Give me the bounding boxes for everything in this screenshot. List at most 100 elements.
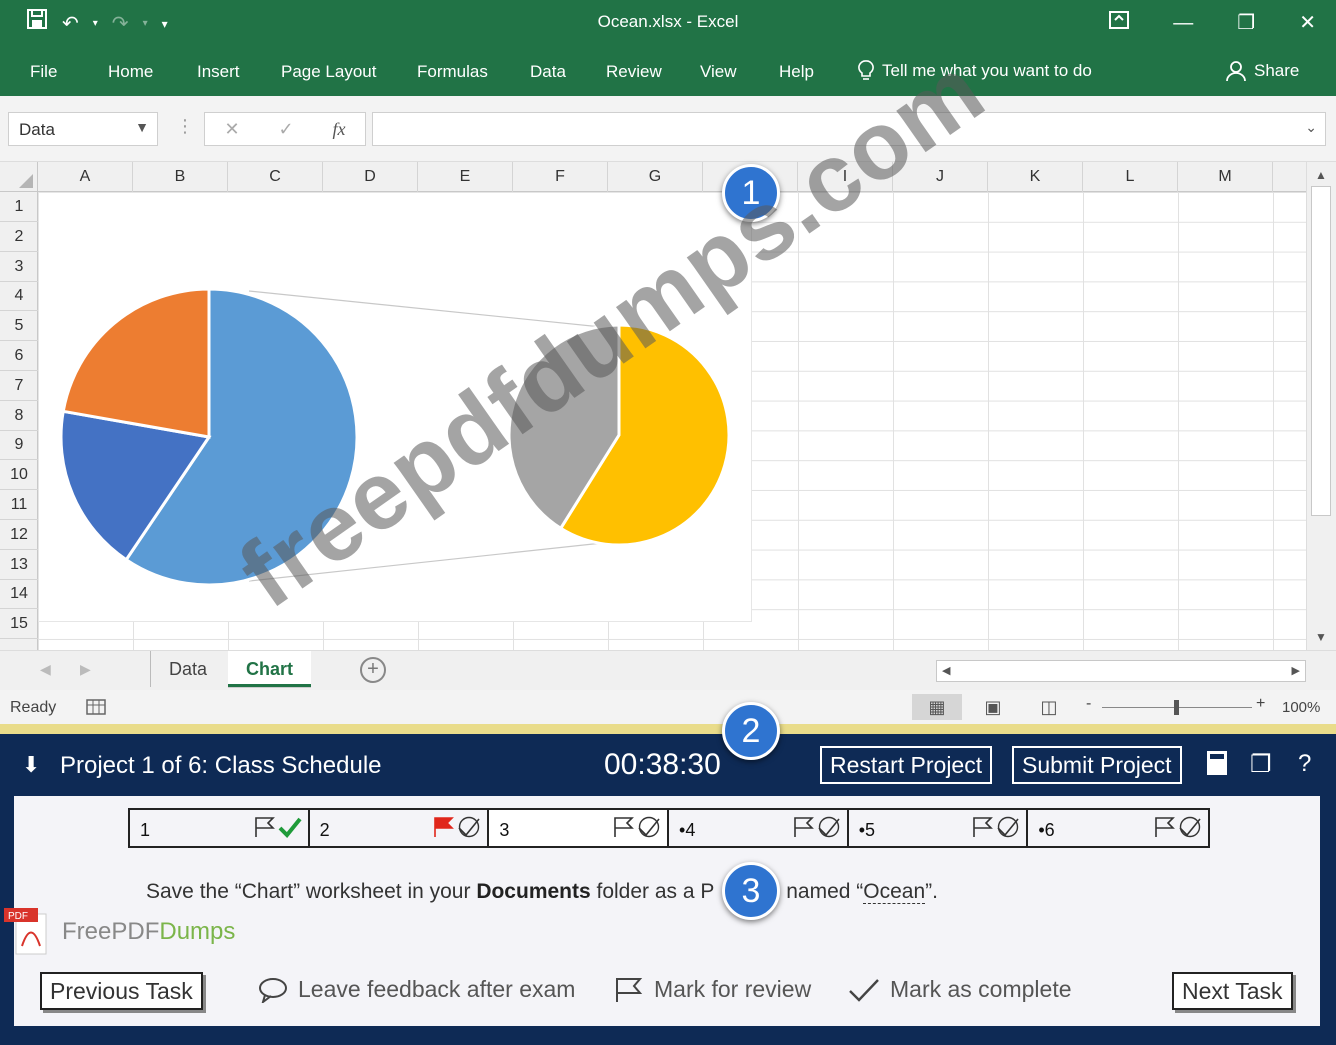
task-tab-6[interactable]: •6 [1028, 810, 1208, 846]
row-header-5[interactable]: 5 [0, 311, 38, 342]
row-header-2[interactable]: 2 [0, 222, 38, 252]
flag-icon[interactable] [254, 816, 276, 838]
row-header-13[interactable]: 13 [0, 550, 38, 580]
column-header-e[interactable]: E [418, 162, 513, 192]
calculator-icon[interactable] [1206, 750, 1228, 783]
zoom-slider[interactable] [1102, 700, 1252, 715]
add-sheet-button[interactable]: + [360, 657, 386, 683]
row-header-1[interactable]: 1 [0, 192, 38, 222]
tab-home[interactable]: Home [108, 62, 153, 82]
flag-icon[interactable] [972, 816, 994, 838]
share-button[interactable]: Share [1226, 60, 1299, 82]
close-icon[interactable]: ✕ [1299, 8, 1316, 38]
checkmark-icon[interactable] [637, 816, 661, 838]
checkmark-icon[interactable] [996, 816, 1020, 838]
tab-review[interactable]: Review [606, 62, 662, 82]
sheet-tab-data[interactable]: Data [150, 651, 225, 687]
mark-for-review-link[interactable]: Mark for review [614, 976, 811, 1003]
help-button[interactable]: ? [1298, 750, 1311, 778]
chevron-down-icon[interactable]: ▼ [135, 119, 149, 135]
sheet-tab-chart[interactable]: Chart [228, 651, 312, 687]
next-task-button[interactable]: Next Task [1172, 972, 1293, 1010]
row-header-11[interactable]: 11 [0, 490, 38, 520]
tab-file[interactable]: File [30, 62, 57, 82]
scroll-down-icon[interactable]: ▼ [1315, 630, 1327, 644]
row-header-12[interactable]: 12 [0, 520, 38, 550]
column-header-f[interactable]: F [513, 162, 608, 192]
column-header-k[interactable]: K [988, 162, 1083, 192]
leave-feedback-link[interactable]: Leave feedback after exam [258, 976, 575, 1003]
task-tab-2[interactable]: 2 [310, 810, 490, 846]
vertical-scrollbar[interactable]: ▲ ▼ [1306, 162, 1336, 650]
checkmark-icon[interactable] [817, 816, 841, 838]
column-header-d[interactable]: D [323, 162, 418, 192]
ribbon-display-icon[interactable] [1109, 8, 1130, 38]
more-options-icon[interactable]: ⋮ [176, 116, 194, 137]
column-header-g[interactable]: G [608, 162, 703, 192]
cancel-entry-icon[interactable]: ✕ [224, 119, 239, 140]
tab-page-layout[interactable]: Page Layout [281, 62, 376, 82]
flag-icon[interactable] [433, 816, 455, 838]
row-header-15[interactable]: 15 [0, 609, 38, 640]
task-tab-4[interactable]: •4 [669, 810, 849, 846]
macro-recording-icon[interactable] [86, 696, 106, 721]
vertical-scroll-thumb[interactable] [1311, 186, 1331, 516]
insert-function-icon[interactable]: fx [333, 119, 346, 140]
confirm-entry-icon[interactable]: ✓ [279, 119, 294, 140]
row-header-14[interactable]: 14 [0, 579, 38, 610]
page-break-view-icon[interactable]: ◫ [1024, 694, 1074, 720]
column-header-a[interactable]: A [38, 162, 133, 192]
tab-view[interactable]: View [700, 62, 737, 82]
status-bar: Ready ▦ ▣ ◫ - + 100% [0, 690, 1336, 724]
flag-icon[interactable] [793, 816, 815, 838]
task-tab-1[interactable]: 1 [130, 810, 310, 846]
tab-insert[interactable]: Insert [197, 62, 240, 82]
flag-icon[interactable] [1154, 816, 1176, 838]
restart-project-button[interactable]: Restart Project [820, 746, 993, 784]
column-header-c[interactable]: C [228, 162, 323, 192]
main-pie-slice-small[interactable] [61, 287, 211, 439]
tab-data[interactable]: Data [530, 62, 566, 82]
zoom-slider-knob[interactable] [1174, 700, 1179, 715]
select-all-button[interactable] [0, 162, 38, 192]
tab-formulas[interactable]: Formulas [417, 62, 488, 82]
scroll-up-icon[interactable]: ▲ [1315, 168, 1327, 182]
prev-sheet-icon[interactable]: ◀ [40, 661, 51, 678]
previous-task-button[interactable]: Previous Task [40, 972, 203, 1010]
watermark-logo-text: FreePDFDumps [62, 918, 235, 946]
checkmark-icon[interactable] [278, 816, 302, 838]
restore-window-icon[interactable]: ❐ [1250, 750, 1272, 779]
task-tab-5[interactable]: •5 [849, 810, 1029, 846]
column-header-m[interactable]: M [1178, 162, 1273, 192]
zoom-level[interactable]: 100% [1282, 699, 1320, 716]
row-header-9[interactable]: 9 [0, 430, 38, 461]
checkmark-icon[interactable] [1178, 816, 1202, 838]
row-header-4[interactable]: 4 [0, 281, 38, 312]
pin-icon[interactable]: ⬇ [22, 752, 40, 778]
row-header-3[interactable]: 3 [0, 252, 38, 282]
page-layout-view-icon[interactable]: ▣ [968, 694, 1018, 720]
normal-view-icon[interactable]: ▦ [912, 694, 962, 720]
checkmark-icon[interactable] [457, 816, 481, 838]
mark-as-complete-link[interactable]: Mark as complete [848, 976, 1072, 1003]
scroll-right-icon[interactable]: ▶ [1292, 664, 1300, 677]
horizontal-scrollbar[interactable]: ◀ ▶ [936, 660, 1306, 682]
zoom-out-button[interactable]: - [1086, 695, 1091, 713]
column-header-l[interactable]: L [1083, 162, 1178, 192]
row-header-7[interactable]: 7 [0, 371, 38, 401]
next-sheet-icon[interactable]: ▶ [80, 661, 91, 678]
expand-formula-bar-icon[interactable]: ⌄ [1305, 119, 1317, 136]
tab-help[interactable]: Help [779, 62, 814, 82]
restore-icon[interactable]: ❐ [1237, 8, 1255, 38]
row-header-8[interactable]: 8 [0, 401, 38, 431]
column-header-b[interactable]: B [133, 162, 228, 192]
flag-icon[interactable] [613, 816, 635, 838]
name-box[interactable]: Data ▼ [8, 112, 158, 146]
zoom-in-button[interactable]: + [1256, 695, 1265, 713]
task-tab-3[interactable]: 3 [489, 810, 670, 846]
row-header-10[interactable]: 10 [0, 460, 38, 491]
row-header-6[interactable]: 6 [0, 341, 38, 371]
submit-project-button[interactable]: Submit Project [1012, 746, 1182, 784]
scroll-left-icon[interactable]: ◀ [942, 664, 950, 677]
minimize-icon[interactable]: — [1173, 8, 1193, 38]
